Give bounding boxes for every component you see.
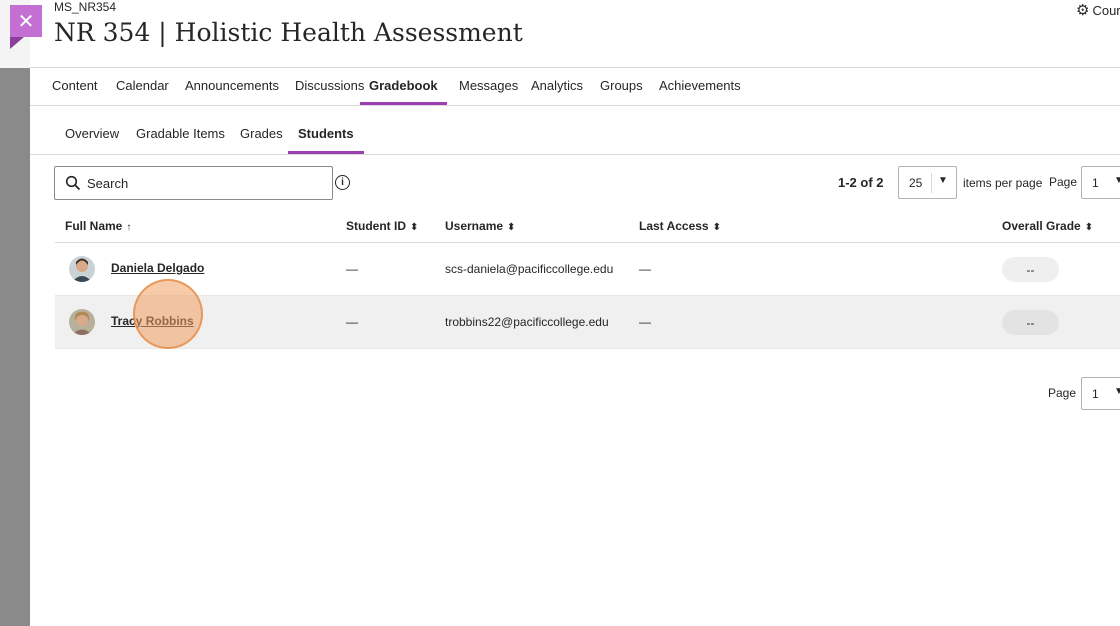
student-name-link[interactable]: Daniela Delgado: [111, 261, 204, 275]
tab-grades[interactable]: Grades: [240, 106, 283, 154]
items-per-page-label: items per page: [963, 176, 1043, 190]
close-panel-button[interactable]: ✕: [10, 5, 42, 37]
tab-gradebook[interactable]: Gradebook: [360, 68, 447, 105]
sort-icon: ⬍: [507, 222, 516, 233]
close-icon: ✕: [17, 10, 35, 33]
column-student-id-label: Student ID: [346, 219, 406, 233]
course-settings-label: Course: [1092, 3, 1120, 18]
student-name-link[interactable]: Tracy Robbins: [111, 314, 194, 328]
table-row: Daniela Delgado — scs-daniela@pacificcol…: [55, 243, 1120, 296]
column-overall-grade-label: Overall Grade: [1002, 219, 1081, 233]
course-code: MS_NR354: [54, 0, 117, 14]
chevron-down-icon: ▼: [938, 175, 948, 186]
tab-gradable-items[interactable]: Gradable Items: [136, 106, 225, 154]
course-navigation: Content Calendar Announcements Discussio…: [30, 67, 1120, 106]
page-value: 1: [1092, 176, 1099, 190]
student-id-cell: —: [346, 262, 358, 276]
tab-announcements[interactable]: Announcements: [185, 68, 279, 105]
tab-achievements[interactable]: Achievements: [659, 68, 741, 105]
column-username-label: Username: [445, 219, 504, 233]
sort-ascending-icon: ↑: [126, 222, 132, 233]
close-button-flag: [10, 37, 24, 49]
sort-icon: ⬍: [1084, 222, 1094, 233]
tab-overview[interactable]: Overview: [65, 106, 119, 154]
bottom-page-label: Page: [1048, 386, 1077, 400]
tab-analytics[interactable]: Analytics: [531, 68, 583, 105]
avatar: [69, 256, 95, 282]
bottom-page-value: 1: [1092, 387, 1099, 401]
page-title: NR 354 | Holistic Health Assessment: [54, 18, 523, 47]
column-full-name-label: Full Name: [65, 219, 123, 233]
bottom-page-select[interactable]: 1 ▼: [1081, 377, 1120, 410]
course-panel: MS_NR354 NR 354 | Holistic Health Assess…: [30, 0, 1120, 626]
info-icon[interactable]: i: [335, 175, 350, 190]
page-label: Page: [1049, 175, 1078, 189]
tab-discussions[interactable]: Discussions: [295, 68, 364, 105]
search-box: [54, 166, 333, 200]
table-header: Full Name ↑ Student ID ⬍ Username ⬍ Last Ac…: [55, 211, 1120, 243]
items-per-page-value: 25: [909, 176, 923, 190]
course-settings-button[interactable]: ⚙Course: [1076, 1, 1120, 19]
overall-grade-pill[interactable]: --: [1002, 310, 1059, 335]
column-student-id[interactable]: Student ID ⬍: [346, 219, 418, 233]
overall-grade-pill[interactable]: --: [1002, 257, 1059, 282]
search-input[interactable]: [87, 173, 317, 193]
sort-icon: ⬍: [410, 222, 419, 233]
gradebook-navigation: Overview Gradable Items Grades Students: [30, 106, 1120, 155]
sort-icon: ⬍: [712, 222, 721, 233]
username-cell: trobbins22@pacificcollege.edu: [445, 315, 609, 329]
tab-groups[interactable]: Groups: [600, 68, 643, 105]
table-row: Tracy Robbins — trobbins22@pacificcolleg…: [55, 296, 1120, 349]
column-full-name[interactable]: Full Name ↑: [65, 219, 131, 233]
select-divider: [931, 173, 932, 193]
tab-calendar[interactable]: Calendar: [116, 68, 169, 105]
avatar: [69, 309, 95, 335]
items-per-page-select[interactable]: 25 ▼: [898, 166, 957, 199]
last-access-cell: —: [639, 315, 651, 329]
username-cell: scs-daniela@pacificcollege.edu: [445, 262, 614, 276]
page-select[interactable]: 1 ▼: [1081, 166, 1120, 199]
results-count: 1-2 of 2: [838, 175, 884, 190]
column-last-access[interactable]: Last Access ⬍: [639, 219, 721, 233]
column-last-access-label: Last Access: [639, 219, 709, 233]
search-icon: [65, 175, 81, 191]
last-access-cell: —: [639, 262, 651, 276]
tab-messages[interactable]: Messages: [459, 68, 518, 105]
tab-students[interactable]: Students: [288, 106, 364, 154]
gear-icon: ⚙: [1076, 2, 1090, 19]
column-overall-grade[interactable]: Overall Grade ⬍: [1002, 219, 1093, 233]
student-id-cell: —: [346, 315, 358, 329]
chevron-down-icon: ▼: [1114, 175, 1120, 186]
background-page: [0, 0, 30, 626]
column-username[interactable]: Username ⬍: [445, 219, 515, 233]
students-table: Full Name ↑ Student ID ⬍ Username ⬍ Last Ac…: [55, 211, 1120, 349]
tab-content[interactable]: Content: [52, 68, 98, 105]
chevron-down-icon: ▼: [1114, 386, 1120, 397]
